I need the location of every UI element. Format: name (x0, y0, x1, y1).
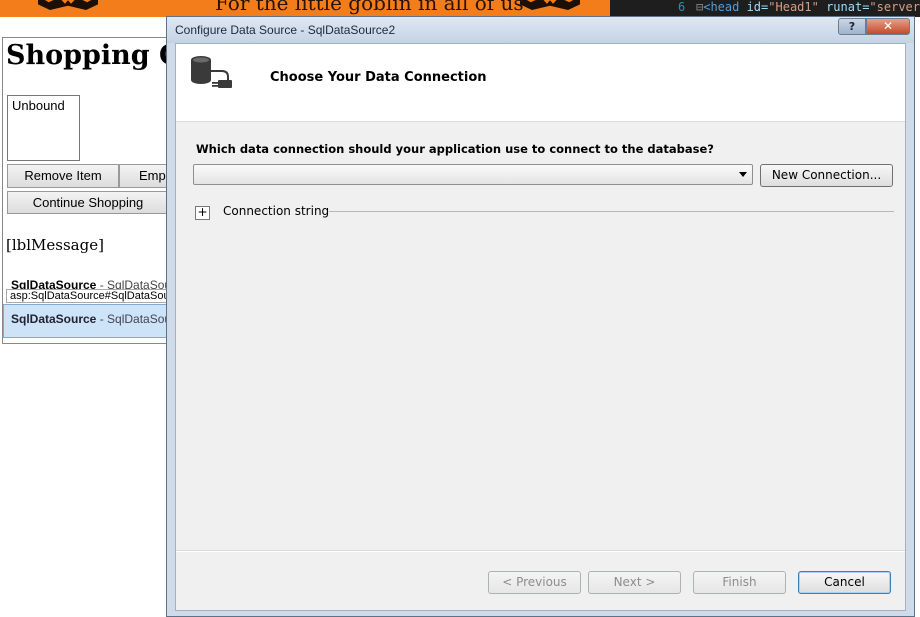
code-editor-strip[interactable]: 6 ⊟<head id="Head1" runat="server" (610, 0, 920, 17)
expand-icon[interactable]: + (195, 206, 210, 220)
dialog-body: Choose Your Data Connection Which data c… (175, 43, 906, 611)
page-title[interactable]: Shopping C (6, 40, 181, 71)
sds-description: - SqlDataSour (96, 312, 176, 326)
sds-name: SqlDataSource (11, 312, 97, 326)
section-divider (329, 211, 894, 212)
configure-data-source-dialog: Configure Data Source - SqlDataSource2 ?… (166, 16, 915, 617)
new-connection-button[interactable]: New Connection... (760, 164, 893, 187)
dialog-title: Configure Data Source - SqlDataSource2 (175, 23, 396, 37)
wizard-header: Choose Your Data Connection (176, 44, 905, 122)
code-attr: runat= (818, 0, 870, 14)
code-attr: id= (739, 0, 769, 14)
bat-graphic (520, 0, 580, 10)
code-tag: <head (703, 0, 740, 14)
remove-item-button[interactable]: Remove Item (7, 164, 119, 188)
selected-sqldatasource-control[interactable]: SqlDataSource - SqlDataSour (3, 304, 181, 338)
bat-graphic (38, 0, 98, 10)
banner-image: For the little goblin in all of us (0, 0, 610, 17)
cart-listbox[interactable]: Unbound (7, 95, 80, 161)
control-tag-label: asp:SqlDataSource#SqlDataSou (6, 289, 174, 303)
next-button[interactable]: Next > (588, 571, 681, 594)
previous-button[interactable]: < Previous (488, 571, 581, 594)
close-button[interactable]: ✕ (866, 18, 910, 35)
wizard-step-title: Choose Your Data Connection (270, 70, 487, 85)
connection-string-label[interactable]: Connection string (223, 204, 329, 218)
line-number: 6 (678, 0, 686, 14)
code-line: ⊟<head id="Head1" runat="server" (696, 0, 920, 14)
cancel-button[interactable]: Cancel (798, 571, 891, 594)
database-plug-icon (191, 56, 232, 88)
code-value: "Head1" (768, 0, 819, 14)
finish-button[interactable]: Finish (693, 571, 786, 594)
code-value: "server" (869, 0, 920, 14)
help-button[interactable]: ? (838, 18, 866, 35)
data-connection-dropdown[interactable] (193, 164, 753, 185)
footer-divider (176, 550, 905, 552)
banner-text: For the little goblin in all of us (215, 0, 524, 15)
connection-question-label: Which data connection should your applic… (196, 142, 714, 156)
dialog-titlebar[interactable]: Configure Data Source - SqlDataSource2 ?… (167, 17, 914, 43)
chevron-down-icon[interactable] (739, 172, 747, 177)
continue-shopping-button[interactable]: Continue Shopping (7, 191, 181, 214)
message-label[interactable]: [lblMessage] (6, 236, 104, 254)
